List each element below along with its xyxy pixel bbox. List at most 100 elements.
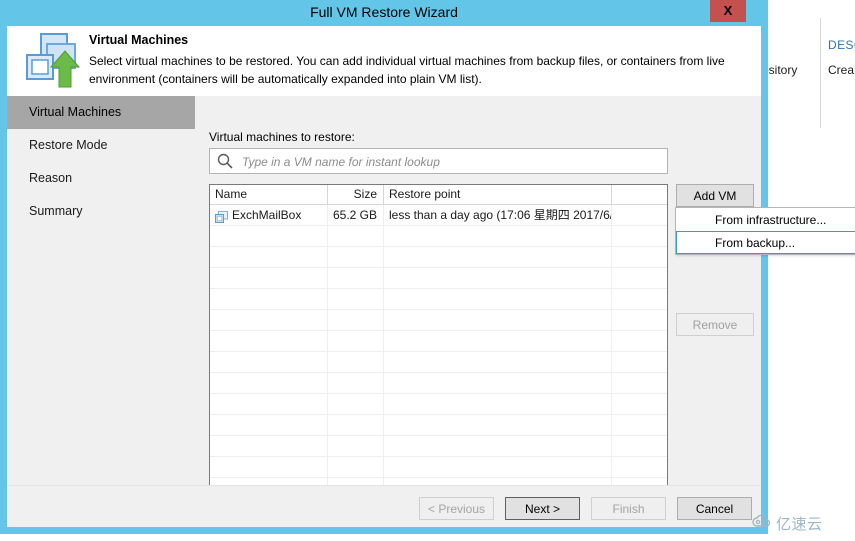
- table-empty-row[interactable]: [210, 415, 667, 436]
- table-empty-cell: [384, 247, 612, 267]
- cancel-button[interactable]: Cancel: [677, 497, 752, 520]
- table-empty-cell: [384, 289, 612, 309]
- table-empty-cell: [384, 373, 612, 393]
- table-empty-row[interactable]: [210, 331, 667, 352]
- cell-restore-point: less than a day ago (17:06 星期四 2017/6/22…: [384, 205, 612, 225]
- sidebar-item-summary[interactable]: Summary: [7, 195, 195, 228]
- table-empty-cell: [328, 352, 384, 372]
- add-vm-button[interactable]: Add VM: [676, 184, 754, 207]
- column-header-restore-point[interactable]: Restore point: [384, 185, 612, 204]
- table-empty-cell: [210, 457, 328, 477]
- cloud-logo-icon: [752, 514, 772, 533]
- vm-table[interactable]: Name Size Restore point ExchMailBox 65.2…: [209, 184, 668, 504]
- table-empty-row[interactable]: [210, 394, 667, 415]
- wizard-step-sidebar: Virtual Machines Restore Mode Reason Sum…: [7, 96, 195, 485]
- table-empty-row[interactable]: [210, 310, 667, 331]
- table-empty-cell: [210, 247, 328, 267]
- table-empty-cell: [210, 352, 328, 372]
- table-empty-cell: [384, 268, 612, 288]
- table-empty-row[interactable]: [210, 436, 667, 457]
- table-empty-cell: [328, 373, 384, 393]
- search-input[interactable]: [240, 149, 664, 175]
- previous-button[interactable]: < Previous: [419, 497, 494, 520]
- table-empty-cell: [384, 436, 612, 456]
- search-icon: [217, 153, 233, 169]
- window-body: Virtual Machines Select virtual machines…: [7, 26, 855, 527]
- table-empty-row[interactable]: [210, 268, 667, 289]
- table-empty-cell: [328, 310, 384, 330]
- table-empty-cell: [328, 436, 384, 456]
- search-box[interactable]: [209, 148, 668, 175]
- column-header-extra[interactable]: [612, 185, 666, 204]
- close-icon[interactable]: X: [710, 0, 746, 22]
- watermark-text: 亿速云: [776, 515, 823, 533]
- table-empty-cell: [210, 289, 328, 309]
- table-empty-cell: [612, 331, 666, 351]
- table-empty-row[interactable]: [210, 352, 667, 373]
- table-empty-cell: [612, 457, 666, 477]
- wizard-content-pane: Virtual machines to restore: Name Size R…: [195, 96, 855, 504]
- table-empty-cell: [210, 268, 328, 288]
- cell-name-text: ExchMailBox: [232, 208, 302, 222]
- remove-button: Remove: [676, 313, 754, 336]
- sidebar-item-label: Restore Mode: [29, 138, 108, 152]
- cell-size: 65.2 GB: [328, 205, 384, 225]
- table-empty-cell: [328, 268, 384, 288]
- table-empty-cell: [384, 457, 612, 477]
- menu-item-from-backup[interactable]: From backup...: [676, 231, 855, 254]
- background-text-create: Crea: [828, 63, 855, 77]
- table-empty-cell: [612, 436, 666, 456]
- menu-item-from-infrastructure[interactable]: From infrastructure...: [676, 208, 855, 231]
- table-empty-cell: [210, 331, 328, 351]
- table-empty-cell: [328, 457, 384, 477]
- page-description: Select virtual machines to be restored. …: [89, 54, 725, 86]
- column-header-size[interactable]: Size: [328, 185, 384, 204]
- page-title: Virtual Machines: [89, 33, 189, 47]
- table-empty-cell: [328, 247, 384, 267]
- sidebar-item-label: Virtual Machines: [29, 105, 122, 119]
- watermark: 亿速云: [752, 513, 823, 534]
- column-header-name[interactable]: Name: [210, 185, 328, 204]
- vm-icon: [215, 209, 228, 223]
- table-row[interactable]: ExchMailBox 65.2 GB less than a day ago …: [210, 205, 667, 226]
- vm-restore-icon: [21, 31, 83, 91]
- sidebar-item-reason[interactable]: Reason: [7, 162, 195, 195]
- table-empty-cell: [384, 331, 612, 351]
- sidebar-item-label: Summary: [29, 204, 83, 218]
- sidebar-item-label: Reason: [29, 171, 73, 185]
- table-empty-cell: [328, 415, 384, 435]
- table-empty-row[interactable]: [210, 373, 667, 394]
- table-empty-cell: [210, 394, 328, 414]
- table-empty-row[interactable]: [210, 247, 667, 268]
- next-button[interactable]: Next >: [505, 497, 580, 520]
- table-empty-cell: [384, 226, 612, 246]
- window-titlebar: Full VM Restore Wizard X: [0, 0, 768, 26]
- table-empty-cell: [210, 310, 328, 330]
- wizard-footer: < Previous Next > Finish Cancel: [7, 485, 761, 527]
- table-empty-cell: [612, 394, 666, 414]
- table-empty-cell: [612, 310, 666, 330]
- wizard-header: Virtual Machines Select virtual machines…: [7, 26, 761, 96]
- add-vm-dropdown-menu: From infrastructure... From backup...: [675, 207, 855, 255]
- table-empty-cell: [384, 415, 612, 435]
- sidebar-item-restore-mode[interactable]: Restore Mode: [7, 129, 195, 162]
- table-empty-cell: [612, 373, 666, 393]
- table-empty-row[interactable]: [210, 289, 667, 310]
- full-vm-restore-wizard-window: Full VM Restore Wizard X Virtual Machine…: [0, 0, 855, 534]
- window-title: Full VM Restore Wizard: [310, 4, 458, 20]
- table-empty-cell: [210, 226, 328, 246]
- table-empty-cell: [612, 247, 666, 267]
- table-empty-cell: [210, 415, 328, 435]
- table-empty-row[interactable]: [210, 457, 667, 478]
- table-empty-row[interactable]: [210, 226, 667, 247]
- table-empty-cell: [210, 436, 328, 456]
- cell-extra: [612, 205, 666, 225]
- background-divider: [820, 18, 821, 128]
- table-header-row: Name Size Restore point: [210, 185, 667, 205]
- cell-name: ExchMailBox: [210, 205, 328, 225]
- table-empty-cell: [384, 310, 612, 330]
- sidebar-item-virtual-machines[interactable]: Virtual Machines: [7, 96, 195, 129]
- finish-button[interactable]: Finish: [591, 497, 666, 520]
- table-empty-cell: [612, 415, 666, 435]
- background-text-description: DESC: [828, 38, 855, 52]
